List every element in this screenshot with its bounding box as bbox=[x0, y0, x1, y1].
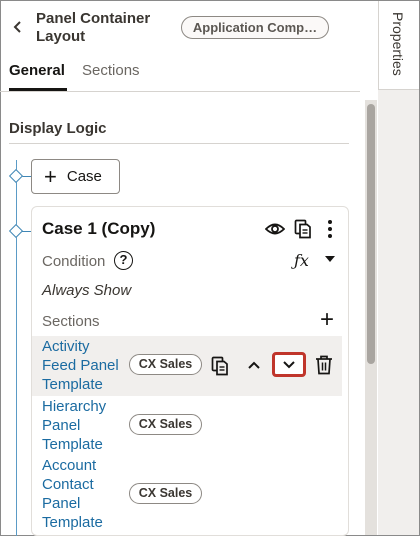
section-link-line: Template bbox=[42, 514, 103, 531]
case-title: Case 1 (Copy) bbox=[42, 219, 156, 238]
duplicate-icon[interactable] bbox=[294, 219, 312, 239]
section-link-line: Panel bbox=[42, 495, 81, 512]
side-tab-strip bbox=[378, 90, 419, 535]
tab-general[interactable]: General bbox=[9, 62, 67, 91]
caret-down-icon[interactable] bbox=[325, 256, 335, 262]
panel-title: Panel Container Layout bbox=[36, 10, 151, 45]
source-badge: CX Sales bbox=[129, 483, 202, 504]
section-link-line: Template bbox=[42, 376, 103, 393]
scrollbar-thumb[interactable] bbox=[367, 104, 375, 364]
add-case-button[interactable]: + Case bbox=[31, 159, 120, 194]
properties-tab-label[interactable]: Properties bbox=[383, 12, 413, 82]
section-link-line: Account bbox=[42, 457, 97, 474]
chevron-down-icon[interactable] bbox=[281, 359, 297, 371]
more-options-icon[interactable] bbox=[322, 219, 338, 239]
plus-icon: + bbox=[44, 163, 57, 189]
eye-icon[interactable] bbox=[265, 221, 285, 237]
chevron-left-icon[interactable] bbox=[10, 18, 26, 36]
source-badge: CX Sales bbox=[129, 354, 202, 375]
section-link-line: Panel bbox=[42, 417, 81, 434]
condition-value: Always Show bbox=[42, 282, 132, 299]
divider bbox=[9, 143, 349, 144]
tab-sections[interactable]: Sections bbox=[82, 62, 140, 79]
source-badge: CX Sales bbox=[129, 414, 202, 435]
tree-line bbox=[16, 160, 17, 536]
fx-icon[interactable]: ƒx bbox=[294, 251, 309, 270]
add-case-label: Case bbox=[66, 168, 102, 185]
section-link-line: Template bbox=[42, 436, 103, 453]
display-logic-heading: Display Logic bbox=[9, 120, 107, 137]
tab-bar: General Sections bbox=[0, 56, 360, 92]
help-icon[interactable]: ? bbox=[114, 251, 133, 270]
section-link-line: Activity bbox=[42, 338, 90, 355]
duplicate-icon[interactable] bbox=[211, 356, 229, 376]
section-link-line: Feed Panel bbox=[42, 357, 119, 374]
trash-icon[interactable] bbox=[315, 355, 333, 375]
section-link-account-contact[interactable]: Account Contact Panel Template bbox=[42, 456, 103, 532]
chevron-up-icon[interactable] bbox=[246, 358, 262, 372]
section-link-line: Contact bbox=[42, 476, 94, 493]
section-link-activity-feed[interactable]: Activity Feed Panel Template bbox=[42, 337, 119, 394]
condition-label: Condition bbox=[42, 253, 106, 270]
add-section-plus-icon[interactable]: + bbox=[320, 308, 334, 332]
component-badge: Application Comp… bbox=[181, 16, 329, 39]
section-link-hierarchy[interactable]: Hierarchy Panel Template bbox=[42, 397, 106, 454]
sections-label: Sections bbox=[42, 313, 100, 330]
section-link-line: Hierarchy bbox=[42, 398, 107, 415]
